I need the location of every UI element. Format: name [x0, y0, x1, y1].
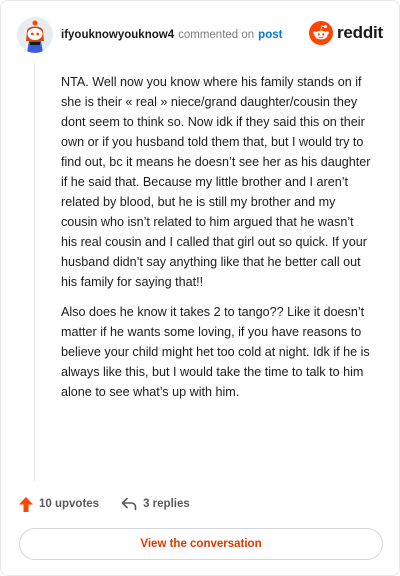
reddit-logo-icon	[308, 21, 333, 45]
snoo-avatar-icon	[17, 17, 53, 53]
comment-meta: ifyouknowyouknow4 commented on post	[61, 29, 282, 41]
comment-paragraph: Also does he know it takes 2 to tango?? …	[61, 305, 370, 399]
reply-arrow-icon	[121, 497, 137, 511]
comment-body: NTA. Well now you know where his family …	[61, 72, 371, 412]
comment-card: ifyouknowyouknow4 commented on post redd…	[0, 0, 400, 576]
commented-on-text: commented on	[178, 29, 255, 41]
comment-paragraph: NTA. Well now you know where his family …	[61, 75, 371, 289]
replies-button[interactable]: 3 replies	[121, 497, 190, 511]
view-conversation-button[interactable]: View the conversation	[19, 528, 383, 560]
upvote-count: 10 upvotes	[39, 498, 100, 510]
avatar[interactable]	[17, 17, 53, 53]
reply-count: 3 replies	[143, 498, 190, 510]
post-link[interactable]: post	[258, 29, 282, 41]
upvote-arrow-icon	[19, 496, 33, 512]
reddit-wordmark: reddit	[336, 23, 383, 42]
thread-line	[34, 63, 35, 481]
username[interactable]: ifyouknowyouknow4	[61, 29, 174, 41]
reddit-brand[interactable]: reddit	[308, 21, 383, 45]
comment-actions: 10 upvotes 3 replies	[19, 495, 190, 513]
upvote-button[interactable]: 10 upvotes	[19, 496, 100, 512]
comment-header: ifyouknowyouknow4 commented on post redd…	[17, 17, 383, 53]
